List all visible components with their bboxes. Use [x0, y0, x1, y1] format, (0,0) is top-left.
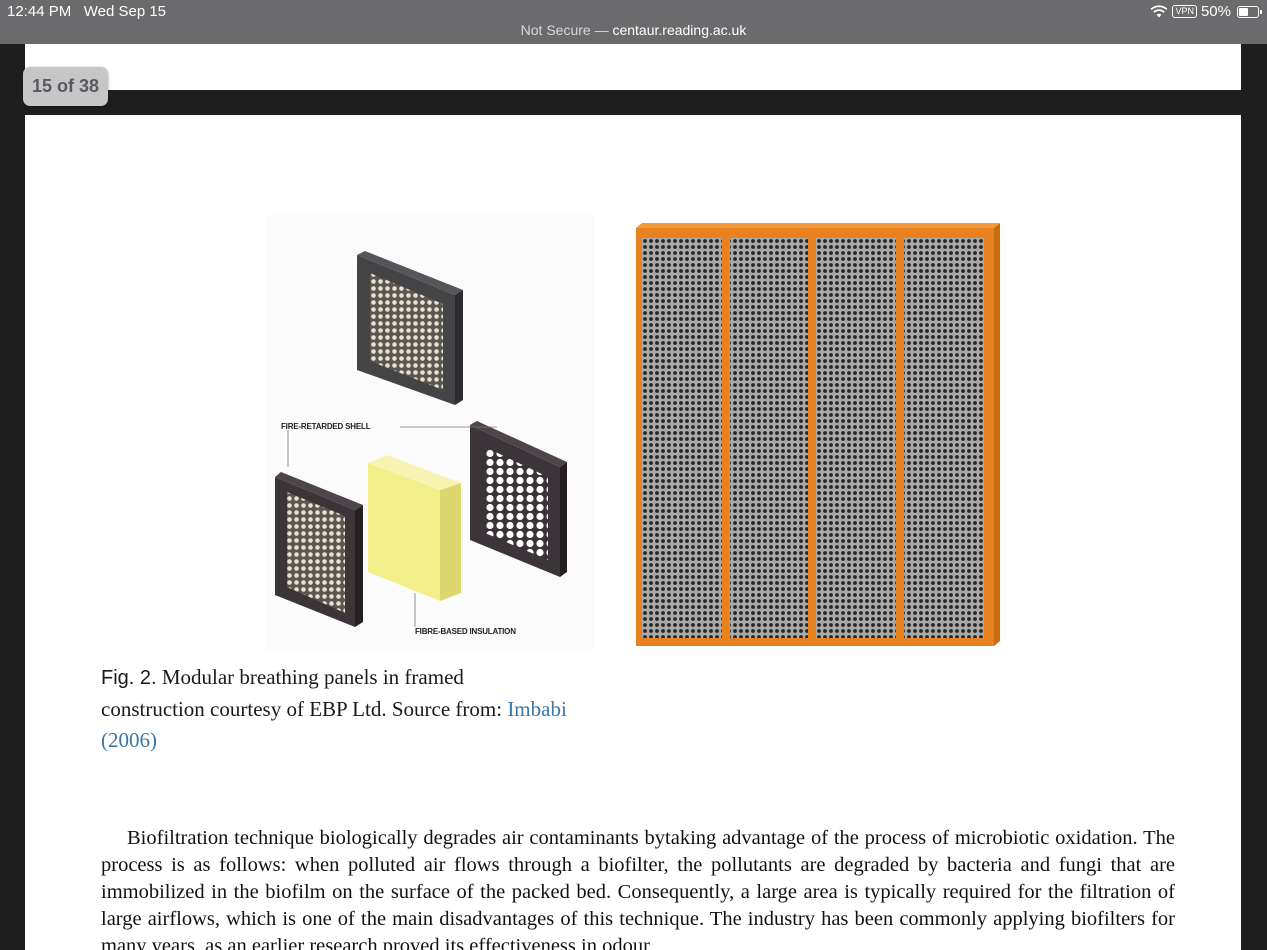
status-date: Wed Sep 15	[83, 3, 167, 20]
framed-panel-assembly	[630, 220, 1000, 650]
figure-caption: Fig. 2. Modular breathing panels in fram…	[101, 662, 571, 756]
vpn-badge: VPN	[1172, 5, 1197, 18]
previous-page	[25, 44, 1241, 90]
label-fire-retarded-shell: FIRE-RETARDED SHELL	[281, 422, 371, 431]
panel-column	[642, 238, 722, 638]
security-label: Not Secure	[520, 22, 591, 38]
panel-column	[904, 238, 984, 638]
panel-column	[730, 238, 808, 638]
figure-label: Fig. 2.	[101, 667, 157, 689]
browser-top-bar: 12:44 PM Wed Sep 15 VPN 50% Not Secure —…	[0, 0, 1267, 44]
wifi-icon	[1151, 5, 1168, 18]
address-bar[interactable]: Not Secure — centaur.reading.ac.uk	[0, 22, 1267, 38]
document-page[interactable]: FIRE-RETARDED SHELL FIBRE-BASED INSULATI…	[25, 115, 1241, 950]
body-paragraph: Biofiltration technique biologically deg…	[101, 827, 1175, 950]
status-time: 12:44 PM	[7, 3, 72, 20]
url-host: centaur.reading.ac.uk	[612, 22, 747, 38]
battery-fill	[1239, 7, 1248, 16]
panel-column	[816, 238, 896, 638]
panel-exploded-illustration: FIRE-RETARDED SHELL FIBRE-BASED INSULATI…	[265, 215, 595, 650]
page-counter: 15 of 38	[23, 67, 108, 106]
insulation-block	[368, 455, 461, 601]
battery-percent: 50%	[1200, 3, 1231, 20]
caption-text: Modular breathing panels in framed const…	[101, 665, 508, 721]
left-shell-panel	[275, 472, 363, 627]
top-panel-module	[357, 251, 463, 405]
label-fibre-insulation: FIBRE-BASED INSULATION	[415, 627, 516, 636]
status-indicators: VPN 50%	[1150, 3, 1262, 20]
battery-icon	[1237, 5, 1262, 18]
status-time-date: 12:44 PM Wed Sep 15	[7, 3, 166, 20]
right-shell-panel	[470, 421, 567, 577]
